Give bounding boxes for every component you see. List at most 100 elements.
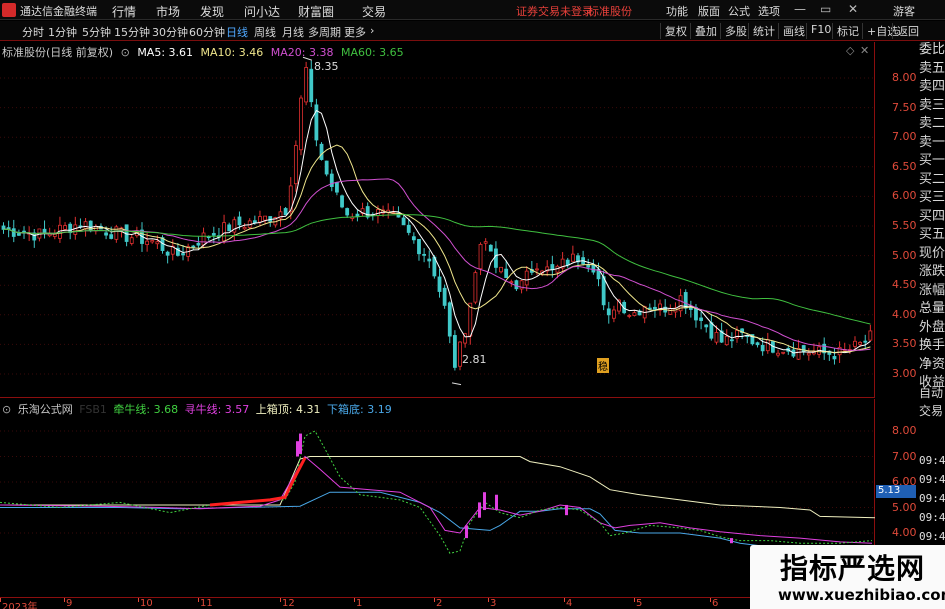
candle-body [299,97,303,151]
chevron-right-icon[interactable]: › [370,24,374,37]
candle-body [165,251,170,256]
login-notice[interactable]: 证券交易未登录 [516,3,593,19]
date-tick-mark [0,598,1,602]
menu-trade[interactable]: 交易 [362,3,386,20]
indicator-panel[interactable]: ⊙ 乐淘公式网 FSB1 牵牛线: 3.68 寻牛线: 3.57 上箱顶: 4.… [0,399,917,597]
candle-body [263,215,268,221]
price-tick-label: 3.50 [892,337,917,351]
candle-body [211,233,216,236]
quote-field-label: 换手 [919,338,945,353]
price-tick-label: 4.50 [892,278,917,292]
period-multi[interactable]: 多周期 [308,24,341,40]
menu-function[interactable]: 功能 [666,3,688,19]
adjust-button[interactable]: 复权 [660,23,687,39]
menu-layout[interactable]: 版面 [698,3,720,19]
candle-body [832,356,837,360]
period-intraday[interactable]: 分时 [22,24,44,40]
statistics-button[interactable]: 统计 [748,23,775,39]
quote-field-label: 净资 [919,356,945,372]
menu-ask-xiaoda[interactable]: 问小达 [244,3,280,20]
high-pointer [302,56,313,61]
candle-body [401,217,406,226]
candle-body [868,330,873,341]
candle-body [514,280,519,290]
menu-market[interactable]: 市场 [156,3,180,20]
ma10-line [3,144,871,354]
candle-body [729,339,734,342]
period-60min[interactable]: 60分钟 [189,24,225,40]
close-icon[interactable]: ✕ [848,2,858,16]
date-tick-mark [488,598,489,602]
mark-button[interactable]: 标记 [832,23,859,39]
quote-field-label: 买五 [919,227,945,242]
menu-discover[interactable]: 发现 [200,3,224,20]
period-daily[interactable]: 日线 [226,24,248,40]
ma60-line [3,214,871,325]
trade-label[interactable]: 交易 [919,402,943,419]
quote-field-label: 卖四 [919,79,945,94]
period-5min[interactable]: 5分钟 [82,24,111,40]
period-monthly[interactable]: 月线 [282,24,304,40]
candle-body [570,253,575,262]
period-more[interactable]: 更多 [344,24,366,40]
quote-field-label: 涨幅 [919,282,945,298]
candle-body [483,241,488,244]
indicator-tick-label: 8.00 [892,424,917,437]
menu-formula[interactable]: 公式 [728,3,750,19]
candle-body [63,225,67,230]
quote-field-label: 现价 [919,245,945,261]
candle-body [196,242,201,246]
period-1min[interactable]: 1分钟 [48,24,77,40]
candle-body [714,332,719,343]
price-tick-label: 5.00 [892,248,917,262]
multi-stock-button[interactable]: 多股 [720,23,747,39]
back-button[interactable]: 返回 [892,23,919,39]
candle-body [760,344,765,352]
candle-body [653,306,657,310]
auto-trade-label[interactable]: 自动 [919,384,943,401]
low-price-label: 2.81 [462,353,487,366]
tick-time: 09:46 [919,511,945,524]
candle-body [145,240,150,245]
candle-body [417,238,421,255]
menu-wealth-circle[interactable]: 财富圈 [298,3,334,20]
indicator-plot [0,430,875,554]
period-weekly[interactable]: 周线 [254,24,276,40]
candle-body [709,322,714,339]
tick-time: 09:46 [919,530,945,543]
candle-body [612,309,616,319]
candle-body [683,292,688,309]
quote-field-label: 卖一 [919,134,945,150]
f10-button[interactable]: F10 [806,23,831,39]
candle-body [442,287,447,306]
signal-bar [299,433,302,454]
kline-chart[interactable]: 标准股份(日线 前复权) ⊙ MA5: 3.61 MA10: 3.46 MA20… [0,42,917,398]
period-30min[interactable]: 30分钟 [152,24,188,40]
quote-field-label: 卖二 [919,116,945,131]
quote-field-label: 买一 [919,153,945,168]
price-tick-label: 6.50 [892,159,917,173]
menu-quotes[interactable]: 行情 [112,3,136,20]
candle-body [524,270,529,286]
overlay-button[interactable]: 叠加 [690,23,717,39]
minimize-icon[interactable]: — [794,2,806,16]
tick-time: 09:45 [919,473,945,486]
tick-time: 09:46 [919,492,945,505]
candle-body [181,253,185,256]
guest-label[interactable]: 游客 [893,3,915,19]
indicator-tick-label: 7.00 [892,449,917,463]
candle-body [586,264,591,268]
menu-options[interactable]: 选项 [758,3,780,19]
restore-icon[interactable]: ▭ [820,2,831,16]
watermark-url: www.xuezhibiao.com [778,586,945,604]
candle-body [447,302,452,337]
candle-body [16,233,21,236]
price-tick-label: 5.50 [892,219,917,232]
date-tick-mark [198,598,199,602]
draw-line-button[interactable]: 画线 [778,23,805,39]
period-15min[interactable]: 15分钟 [114,24,150,40]
menu-bar: 通达信金融终端 行情 市场 发现 问小达 财富圈 交易 证券交易未登录 标准股份… [0,0,945,20]
candle-body [668,308,673,315]
candle-body [104,232,108,236]
candle-body [376,209,380,217]
